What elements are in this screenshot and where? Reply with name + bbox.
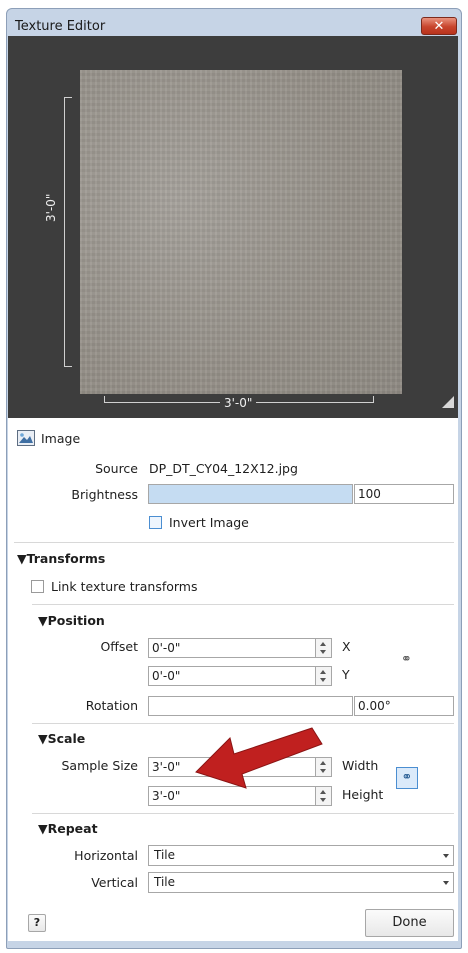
rotation-label: Rotation <box>85 698 138 713</box>
vertical-repeat-value: Tile <box>154 875 176 889</box>
link-transforms-checkbox[interactable] <box>31 580 44 593</box>
height-dimension-line <box>64 97 65 367</box>
chevron-down-icon <box>443 881 449 885</box>
properties-panel: Image Source DP_DT_CY04_12X12.jpg Bright… <box>8 418 458 941</box>
horizontal-repeat-value: Tile <box>154 848 176 862</box>
window-title: Texture Editor <box>15 19 106 34</box>
rotation-input[interactable]: 0.00° <box>354 696 454 716</box>
offset-label: Offset <box>100 639 138 654</box>
scale-header[interactable]: ▼Scale <box>38 731 85 746</box>
annotation-arrow-icon <box>195 727 323 789</box>
divider <box>14 542 454 543</box>
offset-y-label: Y <box>342 667 350 682</box>
divider <box>32 604 454 605</box>
close-icon: ✕ <box>433 19 445 34</box>
offset-y-input[interactable]: 0'-0" <box>148 666 316 686</box>
height-dimension-label: 3'-0" <box>44 193 58 222</box>
transforms-header[interactable]: ▼Transforms <box>17 551 105 566</box>
resize-grip-icon[interactable] <box>442 396 454 408</box>
width-dimension-tick-left <box>104 396 105 403</box>
position-header[interactable]: ▼Position <box>38 613 105 628</box>
horizontal-label: Horizontal <box>74 848 138 863</box>
width-dimension-tick-right <box>373 396 374 403</box>
link-scale-toggle[interactable]: ⚭ <box>396 767 418 789</box>
invert-image-label: Invert Image <box>169 515 249 530</box>
repeat-header[interactable]: ▼Repeat <box>38 821 98 836</box>
chevron-down-icon <box>443 854 449 858</box>
vertical-repeat-select[interactable]: Tile <box>148 872 454 893</box>
rotation-slider[interactable] <box>148 696 353 716</box>
link-transforms-label: Link texture transforms <box>51 579 198 594</box>
close-button[interactable]: ✕ <box>421 17 457 35</box>
sample-size-label: Sample Size <box>61 758 138 773</box>
vertical-label: Vertical <box>91 875 138 890</box>
sample-width-label: Width <box>342 758 379 773</box>
image-icon[interactable] <box>17 430 35 446</box>
offset-y-spinner[interactable] <box>316 666 332 686</box>
offset-x-spinner[interactable] <box>316 638 332 658</box>
chain-link-icon: ⚭ <box>401 770 413 785</box>
brightness-input[interactable]: 100 <box>354 484 454 504</box>
help-button[interactable]: ? <box>28 914 46 932</box>
divider <box>32 813 454 814</box>
horizontal-repeat-select[interactable]: Tile <box>148 845 454 866</box>
width-dimension-label: 3'-0" <box>220 396 257 410</box>
offset-x-input[interactable]: 0'-0" <box>148 638 316 658</box>
brightness-label: Brightness <box>71 487 138 502</box>
sample-height-label: Height <box>342 787 384 802</box>
height-dimension-tick-top <box>64 97 72 98</box>
invert-image-checkbox[interactable] <box>149 516 162 529</box>
source-label: Source <box>95 461 138 476</box>
help-icon: ? <box>33 916 41 929</box>
image-section-label: Image <box>41 431 81 446</box>
source-value: DP_DT_CY04_12X12.jpg <box>149 461 298 476</box>
height-dimension-tick-bottom <box>64 366 72 367</box>
offset-x-label: X <box>342 639 351 654</box>
texture-preview: 3'-0" 3'-0" <box>8 36 458 418</box>
brightness-slider[interactable] <box>148 484 353 504</box>
link-offset-icon[interactable]: ⚭ <box>401 652 412 667</box>
done-button[interactable]: Done <box>365 909 454 937</box>
texture-image <box>80 70 402 394</box>
